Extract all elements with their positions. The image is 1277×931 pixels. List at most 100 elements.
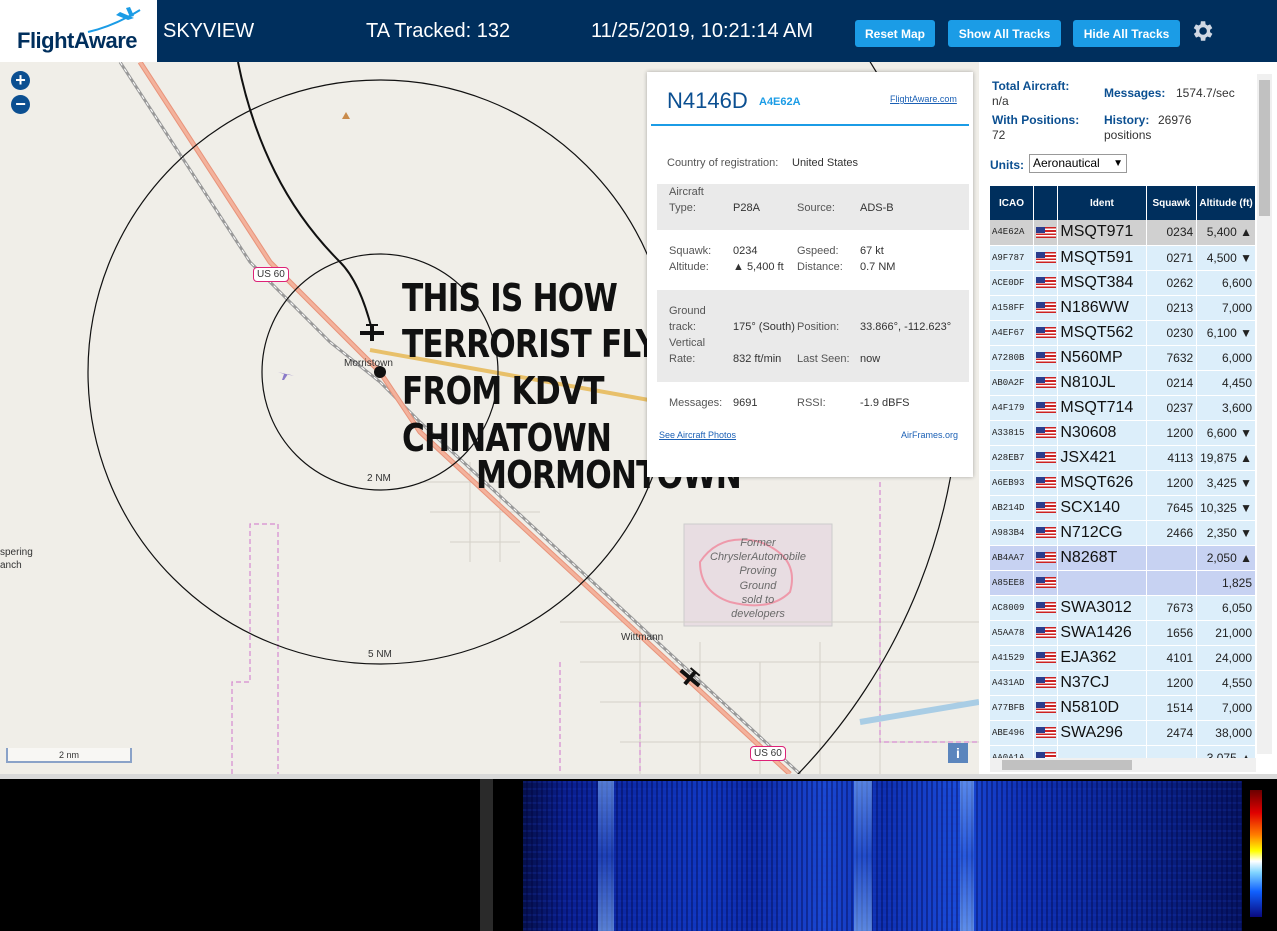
- us-flag-icon: [1036, 526, 1057, 538]
- cell-flag: [1033, 420, 1059, 446]
- cell-altitude: 7,000: [1196, 295, 1256, 321]
- horizontal-scroll-thumb[interactable]: [1002, 760, 1132, 770]
- flightaware-logo[interactable]: FlightAware: [0, 0, 157, 62]
- cell-ident: MSQT562: [1057, 320, 1147, 346]
- zoom-in-button[interactable]: +: [11, 71, 30, 90]
- vertical-scroll-thumb[interactable]: [1259, 80, 1270, 216]
- column-squawk[interactable]: Squawk: [1146, 186, 1198, 220]
- cell-altitude: 38,000: [1196, 720, 1256, 746]
- cell-altitude: 4,550: [1196, 670, 1256, 696]
- cell-icao: A4EF67: [990, 320, 1035, 346]
- units-select-value: Aeronautical: [1033, 156, 1100, 170]
- table-row[interactable]: A85EE8 1,825: [990, 570, 1256, 596]
- label-line: developers: [731, 608, 785, 621]
- messages-rate-value: 1574.7/sec: [1176, 86, 1235, 100]
- flightaware-link[interactable]: FlightAware.com: [890, 94, 957, 104]
- cell-flag: [1033, 295, 1059, 321]
- table-row[interactable]: A7280B N560MP 7632 6,000: [990, 345, 1256, 371]
- table-row[interactable]: AC8009 SWA3012 7673 6,050: [990, 595, 1256, 621]
- cell-icao: AB214D: [990, 495, 1035, 521]
- cell-flag: [1033, 345, 1059, 371]
- table-row[interactable]: A158FF N186WW 0213 7,000: [990, 295, 1256, 321]
- panel-splitter[interactable]: [480, 779, 493, 931]
- table-body: A4E62A MSQT971 0234 5,400 ▲ A9F787 MSQT591 027…: [990, 220, 1256, 771]
- cell-altitude: 6,050: [1196, 595, 1256, 621]
- table-row[interactable]: A6EB93 MSQT626 1200 3,425 ▼: [990, 470, 1256, 496]
- cell-altitude: 2,050 ▲: [1196, 545, 1256, 571]
- us-flag-icon: [1036, 551, 1057, 563]
- track-label: Ground: [669, 305, 706, 317]
- overlay-text-line: FROM KDVT: [402, 369, 604, 413]
- cell-flag: [1033, 320, 1059, 346]
- cell-icao: A85EE8: [990, 570, 1035, 596]
- cell-flag: [1033, 245, 1059, 271]
- vrate-value: 832 ft/min: [733, 353, 782, 365]
- table-row[interactable]: A9F787 MSQT591 0271 4,500 ▼: [990, 245, 1256, 271]
- squawk-label: Squawk:: [669, 245, 712, 257]
- show-all-tracks-button[interactable]: Show All Tracks: [948, 20, 1061, 47]
- column-flag[interactable]: [1033, 186, 1059, 220]
- panel-divider[interactable]: [0, 774, 1277, 779]
- cell-icao: A4F179: [990, 395, 1035, 421]
- gear-icon[interactable]: [1189, 18, 1215, 44]
- cell-ident: N810JL: [1057, 370, 1147, 396]
- us-flag-icon: [1036, 276, 1057, 288]
- cell-squawk: 0230: [1146, 320, 1198, 346]
- cell-icao: A33815: [990, 420, 1035, 446]
- table-row[interactable]: A4E62A MSQT971 0234 5,400 ▲: [990, 220, 1256, 246]
- source-label: Source:: [797, 202, 835, 214]
- cell-altitude: 5,400 ▲: [1196, 220, 1256, 246]
- table-row[interactable]: A983B4 N712CG 2466 2,350 ▼: [990, 520, 1256, 546]
- column-icao[interactable]: ICAO: [990, 186, 1035, 220]
- cell-altitude: 6,100 ▼: [1196, 320, 1256, 346]
- table-row[interactable]: A4EF67 MSQT562 0230 6,100 ▼: [990, 320, 1256, 346]
- cell-flag: [1033, 645, 1059, 671]
- aircraft-photos-link[interactable]: See Aircraft Photos: [659, 430, 736, 440]
- waterfall-signal: [598, 781, 614, 931]
- column-altitude[interactable]: Altitude (ft): [1196, 186, 1256, 220]
- airframes-link[interactable]: AirFrames.org: [901, 430, 958, 440]
- us-flag-icon: [1036, 451, 1057, 463]
- us-flag-icon: [1036, 501, 1057, 513]
- table-row[interactable]: AB214D SCX140 7645 10,325 ▼: [990, 495, 1256, 521]
- hide-all-tracks-button[interactable]: Hide All Tracks: [1073, 20, 1180, 47]
- cell-icao: ABE496: [990, 720, 1035, 746]
- cell-altitude: 24,000: [1196, 645, 1256, 671]
- zoom-out-button[interactable]: −: [11, 95, 30, 114]
- clock: 11/25/2019, 10:21:14 AM: [591, 20, 814, 42]
- info-button[interactable]: i: [948, 743, 968, 763]
- table-row[interactable]: A4F179 MSQT714 0237 3,600: [990, 395, 1256, 421]
- cell-icao: A77BFB: [990, 695, 1035, 721]
- cell-ident: N30608: [1057, 420, 1147, 446]
- units-select[interactable]: Aeronautical ▼: [1029, 154, 1127, 173]
- gspeed-label: Gspeed:: [797, 245, 839, 257]
- table-row[interactable]: A431AD N37CJ 1200 4,550: [990, 670, 1256, 696]
- with-positions-value: 72: [992, 128, 1006, 142]
- table-row[interactable]: AB0A2F N810JL 0214 4,450: [990, 370, 1256, 396]
- table-row[interactable]: A33815 N30608 1200 6,600 ▼: [990, 420, 1256, 446]
- table-row[interactable]: AB4AA7 N8268T 2,050 ▲: [990, 545, 1256, 571]
- source-value: ADS-B: [860, 202, 894, 214]
- cell-flag: [1033, 270, 1059, 296]
- table-row[interactable]: A77BFB N5810D 1514 7,000: [990, 695, 1256, 721]
- track-value: 175° (South): [733, 321, 795, 333]
- scale-bar: 2 nm: [6, 748, 132, 763]
- selected-ident: N4146D: [667, 88, 748, 113]
- cell-icao: A7280B: [990, 345, 1035, 371]
- table-row[interactable]: A41529 EJA362 4101 24,000: [990, 645, 1256, 671]
- table-row[interactable]: ABE496 SWA296 2474 38,000: [990, 720, 1256, 746]
- aircraft-type-label: Type:: [669, 202, 696, 214]
- table-row[interactable]: A28EB7 JSX421 4113 19,875 ▲: [990, 445, 1256, 471]
- vrate-label: Vertical: [669, 337, 706, 349]
- reset-map-button[interactable]: Reset Map: [855, 20, 935, 47]
- label-line: Former: [740, 537, 776, 549]
- table-row[interactable]: ACE0DF MSQT384 0262 6,600: [990, 270, 1256, 296]
- column-ident[interactable]: Ident: [1057, 186, 1147, 220]
- cell-ident: SCX140: [1057, 495, 1147, 521]
- table-row[interactable]: A5AA78 SWA1426 1656 21,000: [990, 620, 1256, 646]
- place-label: Morristown: [344, 358, 393, 369]
- cell-flag: [1033, 595, 1059, 621]
- us-flag-icon: [1036, 401, 1057, 413]
- cell-flag: [1033, 220, 1059, 246]
- us-flag-icon: [1036, 351, 1057, 363]
